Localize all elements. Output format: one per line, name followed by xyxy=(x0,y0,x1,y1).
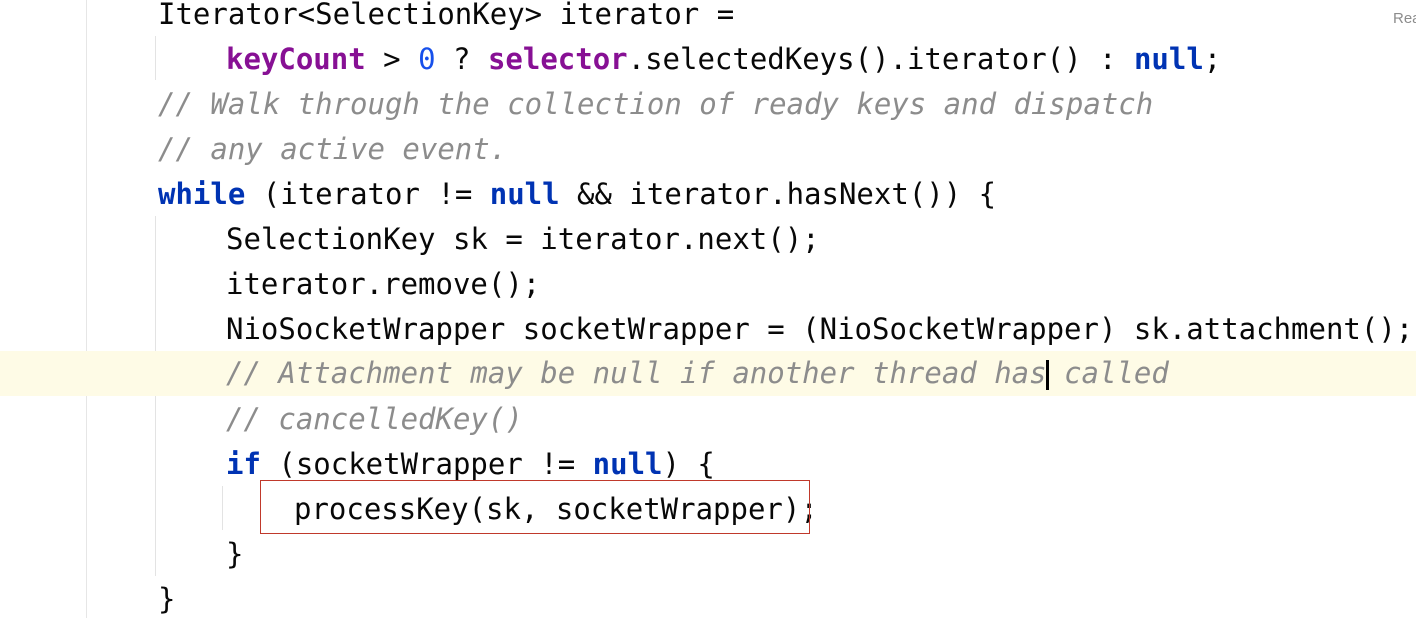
code-line[interactable]: } xyxy=(0,577,1416,618)
keyword-token: while xyxy=(158,177,246,211)
code-line[interactable]: } xyxy=(0,532,1416,577)
code-token: .selectedKeys().iterator() : xyxy=(627,42,1134,76)
code-line[interactable]: Iterator<SelectionKey> iterator = xyxy=(0,0,1416,37)
code-token: ? xyxy=(435,42,488,76)
code-token: (iterator != xyxy=(245,177,490,211)
comment-after-caret: called xyxy=(1046,356,1169,390)
keyword-token: if xyxy=(226,447,261,481)
code-text: NioSocketWrapper socketWrapper = (NioSoc… xyxy=(226,312,1414,346)
code-line[interactable]: SelectionKey sk = iterator.next(); xyxy=(0,217,1416,262)
comment-text: // Attachment may be null if another thr… xyxy=(226,351,1169,396)
code-line[interactable]: NioSocketWrapper socketWrapper = (NioSoc… xyxy=(0,307,1416,352)
keyword-token: null xyxy=(1133,42,1204,76)
code-line[interactable]: // cancelledKey() xyxy=(0,397,1416,442)
code-text: iterator.remove(); xyxy=(226,267,541,301)
code-text: SelectionKey sk = iterator.next(); xyxy=(226,222,820,256)
code-line[interactable]: // Walk through the collection of ready … xyxy=(0,82,1416,127)
code-line[interactable]: // any active event. xyxy=(0,127,1416,172)
code-text: Iterator<SelectionKey> iterator = xyxy=(158,0,735,31)
code-token: && iterator.hasNext()) { xyxy=(559,177,997,211)
code-line[interactable]: keyCount > 0 ? selector.selectedKeys().i… xyxy=(0,37,1416,82)
comment-before-caret: // Attachment may be null if another thr… xyxy=(226,356,1047,390)
comment-text: // any active event. xyxy=(158,132,508,166)
code-line[interactable]: while (iterator != null && iterator.hasN… xyxy=(0,172,1416,217)
code-text: keyCount > 0 ? selector.selectedKeys().i… xyxy=(226,37,1221,82)
code-token: (socketWrapper != xyxy=(260,447,593,481)
code-token: > xyxy=(365,42,419,76)
field-token: selector xyxy=(487,42,628,76)
code-text: while (iterator != null && iterator.hasN… xyxy=(158,172,996,217)
code-editor[interactable]: Rea Iterator<SelectionKey> iterator = ke… xyxy=(0,0,1416,618)
comment-text: // cancelledKey() xyxy=(226,402,523,436)
code-token: ; xyxy=(1203,42,1222,76)
field-token: keyCount xyxy=(226,42,366,76)
keyword-token: null xyxy=(592,447,663,481)
comment-text: // Walk through the collection of ready … xyxy=(158,87,1154,121)
keyword-token: null xyxy=(489,177,560,211)
annotation-highlight-box xyxy=(260,480,810,534)
current-code-line[interactable]: // Attachment may be null if another thr… xyxy=(0,351,1416,396)
code-text: } xyxy=(226,537,244,571)
code-token: ) { xyxy=(662,447,715,481)
code-text: } xyxy=(158,582,176,616)
code-line[interactable]: iterator.remove(); xyxy=(0,262,1416,307)
number-token: 0 xyxy=(418,42,436,76)
